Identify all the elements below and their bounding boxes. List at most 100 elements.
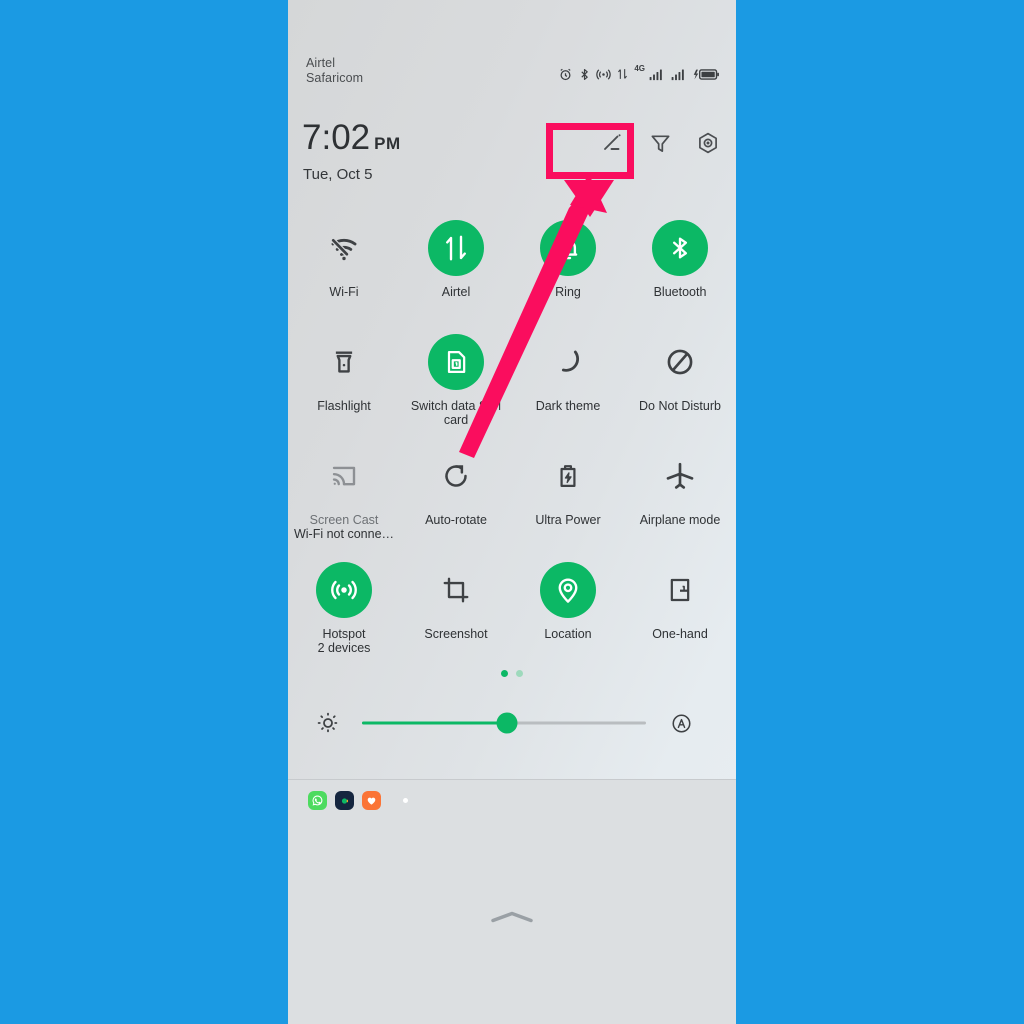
airplane-icon — [666, 462, 694, 489]
signal-4g-icon — [649, 69, 662, 80]
shade-divider — [288, 779, 736, 780]
clock-date: Tue, Oct 5 — [303, 166, 373, 183]
wifi-off-icon — [330, 237, 357, 261]
bottom-handle[interactable] — [288, 908, 736, 926]
screen-cast-icon-wrap — [316, 448, 372, 504]
whatsapp-icon[interactable] — [308, 791, 327, 810]
crop-icon — [443, 577, 469, 603]
bluetooth-icon — [673, 237, 687, 259]
bluetooth-icon — [581, 68, 589, 80]
more-notifications-dot — [403, 798, 408, 803]
slider-fill — [362, 721, 507, 725]
tile-auto-rotate[interactable]: Auto-rotate — [400, 440, 512, 554]
brightness-slider[interactable] — [362, 712, 646, 734]
crop-icon-wrap — [428, 562, 484, 618]
carrier-line-1: Airtel — [306, 56, 336, 70]
tile-label: Ring — [555, 285, 581, 299]
mobile-data-icon — [446, 235, 466, 261]
clock-header: 7:02 PM Tue, Oct 5 — [288, 118, 736, 192]
battery-charging-icon — [693, 68, 719, 80]
clock-ampm: PM — [374, 134, 401, 153]
whatsapp-glyph — [312, 795, 323, 806]
tile-label: Dark theme — [535, 399, 601, 413]
tile-label: Wi-Fi — [329, 285, 359, 299]
brightness-sun-icon — [317, 712, 339, 734]
tile-screen-cast[interactable]: Screen Cast Wi-Fi not conne… — [288, 440, 400, 554]
filter-button[interactable] — [649, 132, 672, 155]
one-hand-icon-wrap — [652, 562, 708, 618]
quick-settings-grid: Wi-Fi Airtel Ring Bluetooth Flashlight S… — [288, 212, 736, 668]
do-not-disturb-icon — [667, 349, 693, 375]
flashlight-icon — [335, 351, 353, 373]
auto-brightness-button[interactable] — [670, 712, 693, 735]
hotspot-waves-icon-wrap — [316, 562, 372, 618]
page-dot-inactive[interactable] — [516, 670, 523, 677]
tile-airtel[interactable]: Airtel — [400, 212, 512, 326]
hotspot-icon — [596, 68, 612, 80]
tile-switch-data-sim[interactable]: Switch data SIM card — [400, 326, 512, 440]
tile-label: One-hand — [652, 627, 708, 641]
tile-label: Airplane mode — [639, 513, 721, 527]
gear-hexagon-icon — [699, 132, 717, 154]
sim-card-1-icon-wrap — [428, 334, 484, 390]
tile-location[interactable]: Location — [512, 554, 624, 668]
dark-app-icon[interactable] — [335, 791, 354, 810]
settings-button[interactable] — [696, 131, 720, 155]
sim-card-1-icon — [447, 350, 466, 374]
tile-label: Do Not Disturb — [639, 399, 721, 413]
tile-label: Auto-rotate — [425, 513, 487, 527]
mobile-data-icon-wrap — [428, 220, 484, 276]
network-type-label: 4G — [634, 63, 645, 73]
carrier-line-2: Safaricom — [306, 70, 364, 85]
dark-app-glyph — [341, 797, 348, 804]
clock-time: 7:02 PM — [302, 118, 401, 158]
tile-label: Flashlight — [317, 399, 371, 413]
bell-icon — [558, 239, 578, 260]
tile-flashlight[interactable]: Flashlight — [288, 326, 400, 440]
chevron-up-handle-icon — [491, 911, 533, 923]
filter-icon — [651, 134, 670, 152]
status-bar: Airtel Safaricom 4G — [288, 56, 736, 90]
tile-screenshot[interactable]: Screenshot — [400, 554, 512, 668]
tile-do-not-disturb[interactable]: Do Not Disturb — [624, 326, 736, 440]
signal-bars-icon — [671, 69, 684, 80]
location-pin-icon — [558, 578, 578, 603]
tile-airplane-mode[interactable]: Airplane mode — [624, 440, 736, 554]
tile-dark-theme[interactable]: Dark theme — [512, 326, 624, 440]
tile-ultra-power[interactable]: Ultra Power — [512, 440, 624, 554]
tile-label: Switch data SIM card — [410, 399, 502, 427]
moon-icon-wrap — [540, 334, 596, 390]
tile-label: Hotspot — [322, 627, 366, 641]
tile-label: Airtel — [441, 285, 471, 299]
auto-rotate-icon-wrap — [428, 448, 484, 504]
airplane-icon-wrap — [652, 448, 708, 504]
heart-app-icon[interactable] — [362, 791, 381, 810]
phone-screen: Airtel Safaricom 4G 7:02 PM Tue, Oct 5 W… — [288, 0, 736, 1024]
slider-thumb[interactable] — [496, 712, 518, 734]
tile-one-hand[interactable]: One-hand — [624, 554, 736, 668]
tile-label: Screen Cast — [309, 513, 379, 527]
home-screen-area — [288, 780, 736, 1024]
tile-hotspot[interactable]: Hotspot 2 devices — [288, 554, 400, 668]
brightness-row — [288, 705, 736, 741]
bluetooth-icon-wrap — [652, 220, 708, 276]
wifi-off-icon-wrap — [316, 220, 372, 276]
tile-bluetooth[interactable]: Bluetooth — [624, 212, 736, 326]
do-not-disturb-icon-wrap — [652, 334, 708, 390]
battery-bolt-icon — [560, 465, 576, 488]
battery-bolt-icon-wrap — [540, 448, 596, 504]
highlight-box-edit-button — [546, 123, 634, 179]
tile-sublabel: 2 devices — [317, 641, 371, 655]
auto-brightness-icon — [672, 713, 691, 733]
bell-icon-wrap — [540, 220, 596, 276]
one-hand-icon — [670, 578, 690, 602]
data-transfer-icon — [618, 69, 628, 79]
brightness-sun-icon-wrap — [316, 711, 340, 735]
tile-ring[interactable]: Ring — [512, 212, 624, 326]
tile-wifi[interactable]: Wi-Fi — [288, 212, 400, 326]
page-dot-active[interactable] — [501, 670, 508, 677]
moon-icon — [561, 350, 580, 372]
flashlight-icon-wrap — [316, 334, 372, 390]
page-indicator — [288, 670, 736, 677]
clock-time-value: 7:02 — [302, 118, 371, 157]
